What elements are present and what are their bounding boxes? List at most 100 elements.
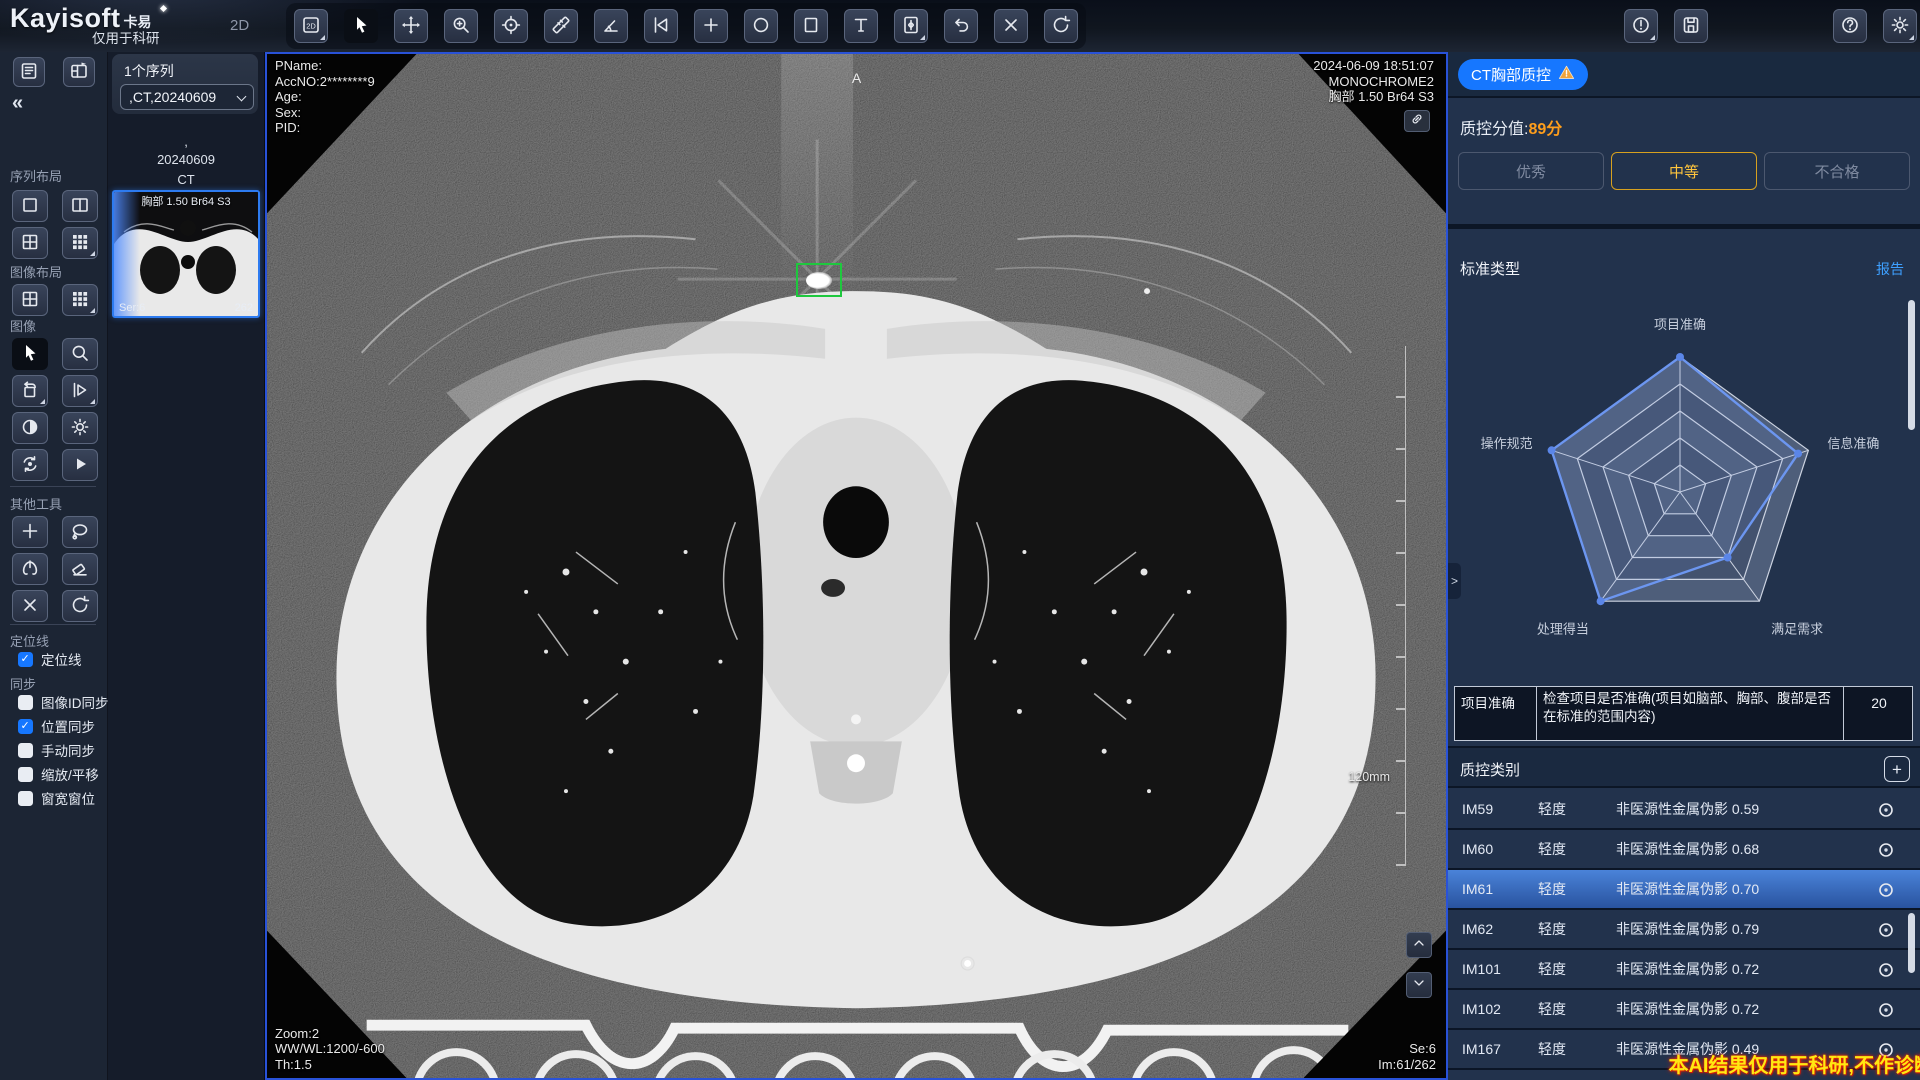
qc-item-im61[interactable]: IM61 轻度 非医源性金属伪影 0.70: [1448, 870, 1920, 910]
standard-desc-cell: 检查项目是否准确(项目如脑部、胸部、腹部是否在标准的范围内容): [1537, 687, 1844, 740]
window-sync-checkbox[interactable]: 窗宽窗位: [18, 790, 109, 806]
image-layout-2x2-button[interactable]: [12, 284, 48, 316]
window-level-tool-button[interactable]: [494, 9, 528, 43]
qc-item-im62[interactable]: IM62 轻度 非医源性金属伪影 0.79: [1448, 910, 1920, 950]
collapse-sidebar-button[interactable]: «: [12, 92, 23, 115]
scrollbar-thumb[interactable]: [1908, 913, 1915, 973]
manual-sync-checkbox[interactable]: 手动同步: [18, 742, 109, 758]
settings-button[interactable]: [1883, 9, 1917, 43]
segmentation-button[interactable]: [12, 553, 48, 585]
qc-type-pill[interactable]: CT胸部质控: [1458, 59, 1588, 90]
series-select-dropdown[interactable]: ,CT,20240609: [120, 84, 254, 110]
reset-button[interactable]: [62, 590, 98, 622]
locate-icon[interactable]: [1876, 960, 1894, 978]
series-layout-2x2-button[interactable]: [12, 227, 48, 259]
pointer-tool-button[interactable]: [344, 9, 378, 43]
alerts-button[interactable]: [1624, 9, 1658, 43]
overlay-line: Se:6: [1378, 1041, 1436, 1057]
overlay-line: Im:61/262: [1378, 1057, 1436, 1073]
point-tool-button[interactable]: [694, 9, 728, 43]
locate-icon[interactable]: [1876, 920, 1894, 938]
locate-icon[interactable]: [1876, 840, 1894, 858]
qc-item-im59[interactable]: IM59 轻度 非医源性金属伪影 0.59: [1448, 790, 1920, 830]
orientation-marker: A: [852, 70, 861, 86]
grade-excellent-button[interactable]: 优秀: [1458, 152, 1604, 190]
eraser-button[interactable]: [62, 553, 98, 585]
ellipse-tool-button[interactable]: [744, 9, 778, 43]
image-id-sync-checkbox[interactable]: 图像ID同步: [18, 694, 109, 710]
ai-finding-roi[interactable]: [796, 263, 842, 297]
next-image-button[interactable]: [1406, 972, 1432, 998]
logo-text: Kayisoft: [10, 3, 121, 33]
series-image-overlay: Se:6Im:61/262: [1378, 1041, 1436, 1072]
contrast-button[interactable]: [12, 412, 48, 444]
finding-severity: 轻度: [1538, 879, 1616, 899]
grade-medium-button[interactable]: 中等: [1611, 152, 1757, 190]
thumbnail-image-count: 262: [235, 302, 253, 314]
magnify-button[interactable]: [62, 338, 98, 370]
scrollbar-thumb[interactable]: [1908, 300, 1915, 430]
main-toolbar: 2D: [294, 9, 1078, 43]
panel-expander-handle[interactable]: >: [1448, 563, 1461, 599]
overlay-line: MONOCHROME2: [1313, 74, 1434, 90]
cobb-angle-tool-button[interactable]: [644, 9, 678, 43]
delete-button[interactable]: [12, 590, 48, 622]
finding-image-id: IM59: [1462, 801, 1538, 817]
save-button[interactable]: [1674, 9, 1708, 43]
image-layout-3x3-button[interactable]: [62, 284, 98, 316]
invert-tool-button[interactable]: [894, 9, 928, 43]
position-sync-checkbox[interactable]: 位置同步: [18, 718, 109, 734]
report-link[interactable]: 报告: [1876, 259, 1904, 279]
length-tool-button[interactable]: [544, 9, 578, 43]
locate-icon[interactable]: [1876, 800, 1894, 818]
rect-tool-button[interactable]: [794, 9, 828, 43]
series-layout-1x1-button[interactable]: [12, 190, 48, 222]
delete-annotation-button[interactable]: [994, 9, 1028, 43]
grade-fail-button[interactable]: 不合格: [1764, 152, 1910, 190]
qc-item-im60[interactable]: IM60 轻度 非医源性金属伪影 0.68: [1448, 830, 1920, 870]
add-category-button[interactable]: +: [1884, 756, 1910, 782]
zoom-tool-button[interactable]: [444, 9, 478, 43]
locate-icon[interactable]: [1876, 1000, 1894, 1018]
finding-severity: 轻度: [1538, 1039, 1616, 1059]
reset-view-button[interactable]: [1044, 9, 1078, 43]
undo-button[interactable]: [944, 9, 978, 43]
panel-layout-button[interactable]: [63, 57, 95, 87]
freehand-roi-button[interactable]: [62, 516, 98, 548]
zoom-pan-sync-checkbox[interactable]: 缩放/平移: [18, 766, 109, 782]
overlay-line: PName:: [275, 58, 375, 74]
series-thumbnail[interactable]: 胸部 1.50 Br64 S3 Ser:6 262: [112, 190, 260, 318]
study-list-button[interactable]: [13, 57, 45, 87]
qc-score-value: 89分: [1528, 121, 1562, 138]
locator-line-checkbox[interactable]: 定位线: [18, 651, 82, 667]
flip-image-button[interactable]: [62, 375, 98, 407]
pointer-tool-button[interactable]: [12, 338, 48, 370]
overlay-line: Age:: [275, 89, 375, 105]
sync-rotate-button[interactable]: [12, 449, 48, 481]
add-annotation-button[interactable]: [12, 516, 48, 548]
help-button[interactable]: [1833, 9, 1867, 43]
mode-2d-button[interactable]: 2D: [294, 9, 328, 43]
series-panel: 1个序列 ,CT,20240609 , 20240609 CT 胸部 1.50 …: [108, 52, 265, 1080]
text-tool-button[interactable]: [844, 9, 878, 43]
checkbox: [18, 719, 33, 734]
finding-description: 非医源性金属伪影 0.59: [1616, 799, 1876, 819]
standard-name-cell: 项目准确: [1455, 687, 1537, 740]
pan-tool-button[interactable]: [394, 9, 428, 43]
overlay-line: Th:1.5: [275, 1057, 385, 1073]
angle-tool-button[interactable]: [594, 9, 628, 43]
previous-image-button[interactable]: [1406, 932, 1432, 958]
qc-item-im101[interactable]: IM101 轻度 非医源性金属伪影 0.72: [1448, 950, 1920, 990]
rotate-image-button[interactable]: [12, 375, 48, 407]
series-layout-3x3-button[interactable]: [62, 227, 98, 259]
qc-grade-buttons: 优秀中等不合格: [1458, 152, 1910, 190]
series-layout-1x2-button[interactable]: [62, 190, 98, 222]
ct-viewport[interactable]: PName:AccNO:2********9Age:Sex:PID: A 202…: [265, 52, 1448, 1080]
brightness-button[interactable]: [62, 412, 98, 444]
locate-icon[interactable]: [1876, 880, 1894, 898]
qc-item-im102[interactable]: IM102 轻度 非医源性金属伪影 0.72: [1448, 990, 1920, 1030]
link-series-button[interactable]: [1404, 110, 1430, 132]
cine-play-button[interactable]: [62, 449, 98, 481]
ct-image: [267, 54, 1446, 1078]
other-tool-buttons: [12, 516, 98, 622]
